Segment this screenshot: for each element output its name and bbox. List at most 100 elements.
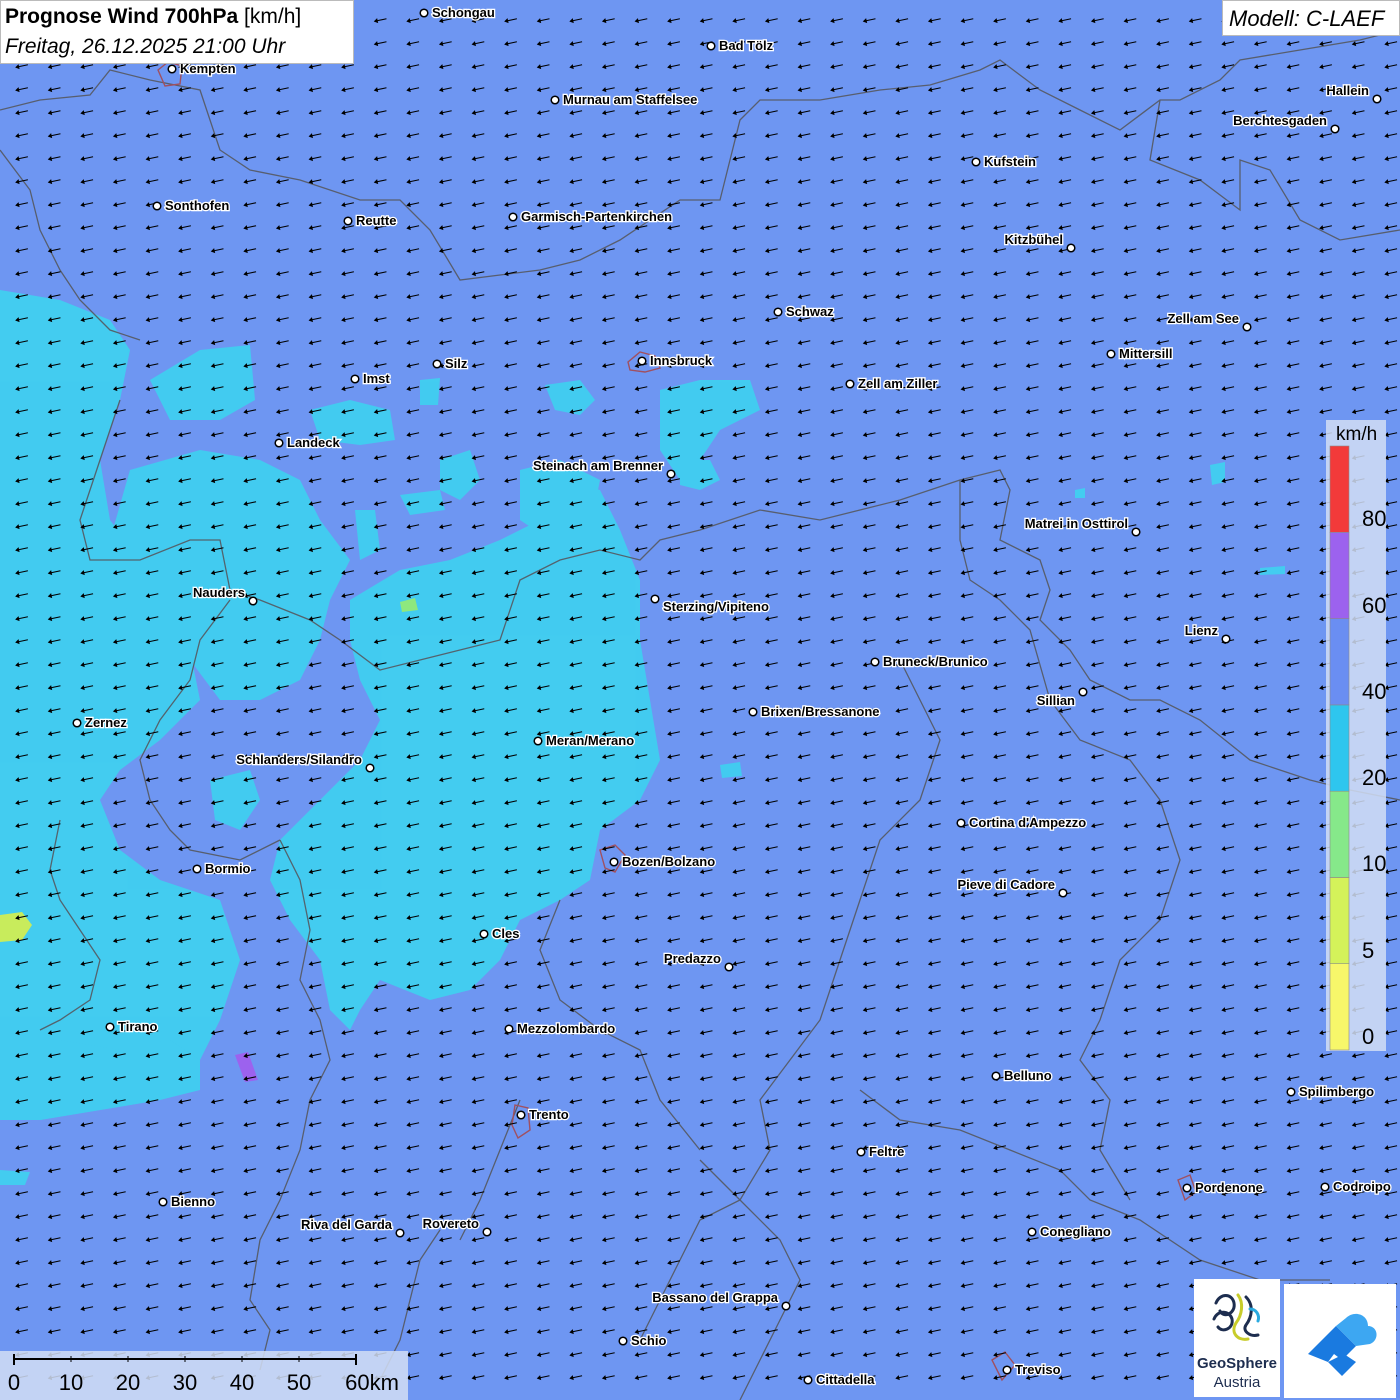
city-dot bbox=[1131, 527, 1141, 537]
geosphere-logo[interactable]: GeoSphere Austria bbox=[1194, 1279, 1280, 1397]
city-dot bbox=[650, 594, 660, 604]
city-label: Silz bbox=[445, 356, 468, 371]
scale-bar-label: 60km bbox=[345, 1370, 399, 1395]
city-dot bbox=[274, 438, 284, 448]
city-label: Bozen/Bolzano bbox=[622, 854, 715, 869]
city-dot bbox=[516, 1110, 526, 1120]
city-dot bbox=[1320, 1182, 1330, 1192]
city-dot bbox=[343, 216, 353, 226]
wind-zone-silz bbox=[420, 378, 440, 405]
city-label: Pordenone bbox=[1195, 1180, 1263, 1195]
city-marker: Spilimbergo bbox=[1286, 1083, 1375, 1100]
city-marker: Pordenone bbox=[1182, 1179, 1264, 1196]
map-title: Prognose Wind 700hPa [km/h] bbox=[5, 5, 301, 29]
scale-bar-label: 50 bbox=[286, 1370, 312, 1395]
app-icon-box[interactable] bbox=[1284, 1284, 1396, 1398]
city-dot bbox=[781, 1301, 791, 1311]
city-label: Bassano del Grappa bbox=[652, 1290, 778, 1305]
city-label: Sterzing/Vipiteno bbox=[663, 599, 769, 614]
city-label: Schongau bbox=[432, 5, 495, 20]
city-dot bbox=[1002, 1365, 1012, 1375]
map-title-unit: [km/h] bbox=[244, 5, 302, 28]
city-label: Feltre bbox=[869, 1144, 904, 1159]
city-label: Hallein bbox=[1326, 83, 1369, 98]
city-label: Murnau am Staffelsee bbox=[563, 92, 697, 107]
forecast-datetime: Freitag, 26.12.2025 21:00 Uhr bbox=[5, 35, 286, 58]
legend-label: 40 bbox=[1362, 679, 1387, 704]
city-label: Bad Tölz bbox=[719, 38, 774, 53]
wind-map: SchongauBad TölzKemptenMurnau am Staffel… bbox=[0, 0, 1400, 1400]
city-dot bbox=[1078, 687, 1088, 697]
city-label: Meran/Merano bbox=[546, 733, 634, 748]
city-dot bbox=[1372, 94, 1382, 104]
city-dot bbox=[482, 1227, 492, 1237]
city-label: Imst bbox=[363, 371, 390, 386]
city-label: Zell am See bbox=[1167, 311, 1239, 326]
city-dot bbox=[550, 95, 560, 105]
city-dot bbox=[618, 1336, 628, 1346]
city-dot bbox=[971, 157, 981, 167]
city-label: Rovereto bbox=[423, 1216, 479, 1231]
geosphere-app-icon bbox=[1308, 1313, 1377, 1376]
city-label: Cles bbox=[492, 926, 519, 941]
city-dot bbox=[479, 929, 489, 939]
city-label: Cortina d'Ampezzo bbox=[969, 815, 1086, 830]
scale-bar-label: 20 bbox=[115, 1370, 141, 1395]
city-marker: Brixen/Bressanone bbox=[748, 703, 881, 720]
city-dot bbox=[845, 379, 855, 389]
city-label: Nauders bbox=[193, 585, 245, 600]
city-dot bbox=[1330, 124, 1340, 134]
city-dot bbox=[504, 1024, 514, 1034]
city-label: Bienno bbox=[171, 1194, 215, 1209]
city-marker: Conegliano bbox=[1027, 1223, 1112, 1240]
geosphere-subtitle: Austria bbox=[1213, 1374, 1261, 1391]
scale-bar-label: 40 bbox=[229, 1370, 255, 1395]
legend-label: 20 bbox=[1362, 765, 1387, 790]
city-label: Predazzo bbox=[664, 951, 721, 966]
city-label: Sillian bbox=[1037, 693, 1075, 708]
legend-band bbox=[1329, 618, 1350, 706]
city-label: Garmisch-Partenkirchen bbox=[521, 209, 672, 224]
legend-label: 5 bbox=[1362, 938, 1375, 963]
scale-bar-label: 30 bbox=[172, 1370, 198, 1395]
city-label: Bormio bbox=[205, 861, 251, 876]
city-dot bbox=[637, 356, 647, 366]
city-label: Riva del Garda bbox=[301, 1217, 393, 1232]
city-dot bbox=[1286, 1087, 1296, 1097]
city-dot bbox=[152, 201, 162, 211]
city-marker: Innsbruck bbox=[637, 352, 714, 369]
city-dot bbox=[248, 596, 258, 606]
city-dot bbox=[724, 962, 734, 972]
map-title-main: Prognose Wind 700hPa bbox=[5, 5, 239, 28]
city-label: Spilimbergo bbox=[1299, 1084, 1374, 1099]
city-dot bbox=[773, 307, 783, 317]
city-dot bbox=[991, 1071, 1001, 1081]
legend-band bbox=[1329, 532, 1350, 619]
city-label: Kitzbühel bbox=[1005, 232, 1064, 247]
city-dot bbox=[748, 707, 758, 717]
city-dot bbox=[803, 1375, 813, 1385]
city-label: Brixen/Bressanone bbox=[761, 704, 880, 719]
city-dot bbox=[1058, 888, 1068, 898]
geosphere-name: GeoSphere bbox=[1196, 1355, 1278, 1372]
city-label: Innsbruck bbox=[650, 353, 713, 368]
city-dot bbox=[72, 718, 82, 728]
scale-bar-label: 0 bbox=[7, 1370, 21, 1395]
city-dot bbox=[105, 1022, 115, 1032]
city-label: Matrei in Osttirol bbox=[1025, 516, 1128, 531]
city-dot bbox=[856, 1147, 866, 1157]
city-dot bbox=[508, 212, 518, 222]
city-label: Conegliano bbox=[1040, 1224, 1111, 1239]
city-dot bbox=[1066, 243, 1076, 253]
city-dot bbox=[419, 8, 429, 18]
city-marker: Garmisch-Partenkirchen bbox=[508, 208, 673, 225]
city-marker: Murnau am Staffelsee bbox=[550, 91, 699, 108]
city-marker: Schongau bbox=[419, 4, 496, 21]
city-label: Landeck bbox=[287, 435, 341, 450]
legend-label: 80 bbox=[1362, 506, 1387, 531]
model-box: Modell: C-LAEF bbox=[1222, 0, 1400, 36]
city-marker: Cortina d'Ampezzo bbox=[956, 814, 1088, 831]
city-marker: Meran/Merano bbox=[533, 732, 635, 749]
city-dot bbox=[1106, 349, 1116, 359]
city-dot bbox=[167, 64, 177, 74]
